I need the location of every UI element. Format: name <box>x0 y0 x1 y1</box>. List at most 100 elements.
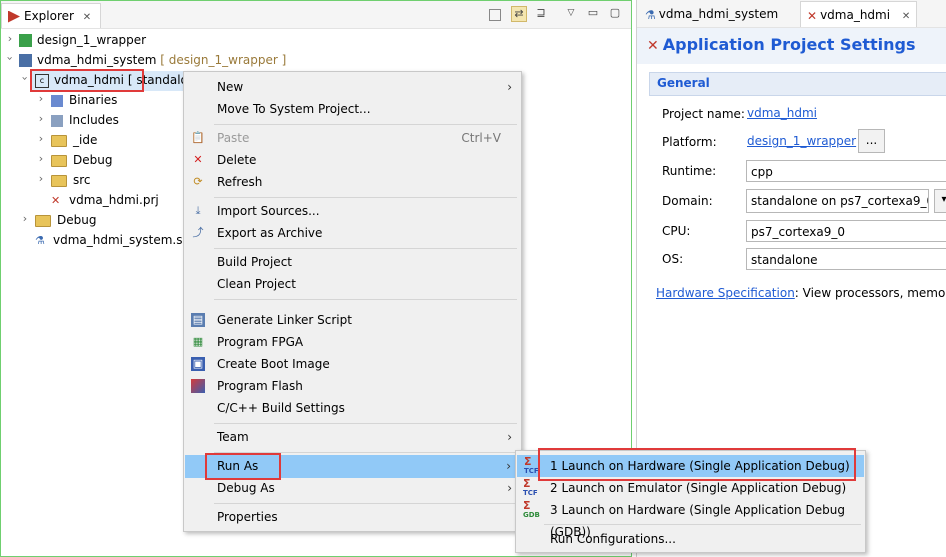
submenu-arrow-icon: › <box>506 459 511 473</box>
includes-icon <box>51 114 63 127</box>
tree-item-prj[interactable]: ✕ vdma_hdmi.prj <box>51 190 159 210</box>
hardware-spec-link[interactable]: Hardware Specification <box>656 286 795 300</box>
menu-label: New <box>217 80 244 94</box>
runtime-label: Runtime: <box>662 164 717 178</box>
menu-shortcut: Ctrl+V <box>461 131 501 145</box>
minimize-icon[interactable]: ▭ <box>586 6 600 20</box>
expand-icon[interactable]: › <box>36 112 46 125</box>
menu-item-move[interactable]: Move To System Project... <box>184 98 521 120</box>
tree-item-label: Binaries <box>69 93 118 107</box>
menu-item-team[interactable]: Team › <box>184 426 521 448</box>
submenu-item-run-configurations[interactable]: Run Configurations... <box>516 528 865 550</box>
boot-image-icon: ▣ <box>191 357 205 371</box>
tree-item-label: vdma_hdmi_system <box>37 53 157 67</box>
menu-item-properties[interactable]: Properties <box>184 506 521 528</box>
menu-item-program-fpga[interactable]: ▦ Program FPGA <box>184 331 521 353</box>
menu-separator <box>214 423 517 424</box>
tree-item-design-wrapper[interactable]: design_1_wrapper <box>19 30 146 50</box>
expand-icon[interactable]: › <box>5 32 15 45</box>
menu-item-create-boot[interactable]: ▣ Create Boot Image <box>184 353 521 375</box>
menu-item-new[interactable]: New › <box>184 76 521 98</box>
run-as-submenu: Σ TCF 1 Launch on Hardware (Single Applic… <box>515 448 866 553</box>
runtime-field[interactable]: cpp <box>746 160 946 182</box>
view-menu-icon[interactable]: ▽ <box>564 6 578 20</box>
project-name-label: Project name: <box>662 107 745 121</box>
collapse-icon[interactable]: › <box>4 54 17 64</box>
menu-item-build[interactable]: Build Project <box>184 251 521 273</box>
menu-separator <box>214 248 517 249</box>
menu-item-refresh[interactable]: ⟳ Refresh <box>184 171 521 193</box>
tab-explorer-label: Explorer <box>24 9 74 23</box>
menu-separator <box>544 524 861 525</box>
tab-label: vdma_hdmi <box>820 8 891 22</box>
close-icon[interactable]: ✕ <box>83 12 91 23</box>
expand-icon[interactable]: › <box>36 172 46 185</box>
menu-item-paste[interactable]: 📋 Paste Ctrl+V <box>184 127 521 149</box>
flask-icon: ⚗ <box>645 7 656 22</box>
tree-item-ide[interactable]: _ide <box>51 130 97 150</box>
fpga-icon: ▦ <box>192 335 204 348</box>
delete-icon: ✕ <box>193 153 203 166</box>
close-icon[interactable]: ✕ <box>902 11 910 22</box>
domain-dropdown-button[interactable]: ▾ <box>934 189 946 213</box>
menu-label: Debug As <box>217 481 275 495</box>
os-field[interactable]: standalone <box>746 248 946 270</box>
menu-item-delete[interactable]: ✕ Delete <box>184 149 521 171</box>
menu-item-export-archive[interactable]: ⤴ Export as Archive <box>184 222 521 244</box>
menu-item-import-sources[interactable]: ⤓ Import Sources... <box>184 200 521 222</box>
menu-label: Export as Archive <box>217 226 323 240</box>
project-name-link[interactable]: vdma_hdmi <box>747 106 817 120</box>
tab-vdma-hdmi[interactable]: ✕ vdma_hdmi ✕ <box>800 1 918 27</box>
tree-item-debug[interactable]: Debug <box>51 150 112 170</box>
expand-icon[interactable]: › <box>36 92 46 105</box>
maximize-icon[interactable]: ▢ <box>608 6 622 20</box>
tree-item-binaries[interactable]: Binaries <box>51 90 117 110</box>
collapse-all-icon[interactable] <box>489 9 501 21</box>
tree-item-includes[interactable]: Includes <box>51 110 119 130</box>
settings-tools-icon: ✕ <box>51 193 61 207</box>
tree-item-label: vdma_hdmi.prj <box>69 193 159 207</box>
tcf-launch-icon: Σ TCF <box>524 455 539 475</box>
link-editor-icon[interactable]: ⇄ <box>511 6 527 22</box>
menu-item-build-settings[interactable]: C/C++ Build Settings <box>184 397 521 419</box>
menu-label: Clean Project <box>217 277 296 291</box>
expand-icon[interactable]: › <box>20 212 30 225</box>
folder-icon <box>35 214 51 227</box>
tree-item-debug-top[interactable]: Debug <box>35 210 96 230</box>
platform-label: Platform: <box>662 135 717 149</box>
tree-item-system[interactable]: vdma_hdmi_system [ design_1_wrapper ] <box>19 50 286 70</box>
flask-icon: ⚗ <box>35 233 45 247</box>
tab-system[interactable]: ⚗ vdma_hdmi_system <box>639 1 784 27</box>
platform-link[interactable]: design_1_wrapper <box>747 134 856 148</box>
menu-item-debug-as[interactable]: Debug As › <box>184 477 521 499</box>
submenu-arrow-icon: › <box>507 80 512 94</box>
tree-item-system-spec[interactable]: ⚗ vdma_hdmi_system.sp <box>35 230 190 250</box>
expand-icon[interactable]: › <box>36 152 46 165</box>
platform-browse-button[interactable]: ... <box>858 129 885 153</box>
folder-icon <box>51 174 67 187</box>
submenu-arrow-icon: › <box>507 481 512 495</box>
system-project-icon <box>19 54 32 67</box>
platform-icon <box>19 34 32 47</box>
menu-label: C/C++ Build Settings <box>217 401 345 415</box>
menu-item-generate-linker[interactable]: ▤ Generate Linker Script <box>184 309 521 331</box>
menu-label: Refresh <box>217 175 263 189</box>
filter-icon[interactable]: ⊒ <box>534 6 548 20</box>
expand-icon[interactable]: › <box>36 132 46 145</box>
menu-label: Paste <box>217 131 250 145</box>
domain-field[interactable]: standalone on ps7_cortexa9_0 <box>746 189 929 213</box>
submenu-item-launch-gdb[interactable]: Σ GDB 3 Launch on Hardware (Single Applic… <box>516 499 865 539</box>
menu-separator <box>214 197 517 198</box>
menu-item-clean[interactable]: Clean Project <box>184 273 521 295</box>
menu-item-program-flash[interactable]: Program Flash <box>184 375 521 397</box>
page-title: ✕ Application Project Settings <box>647 35 916 54</box>
settings-tools-icon: ✕ <box>807 8 818 23</box>
explorer-icon <box>8 10 20 23</box>
paste-icon: 📋 <box>191 131 205 144</box>
tab-explorer[interactable]: Explorer ✕ <box>1 3 101 28</box>
submenu-item-launch-emulator[interactable]: Σ TCF 2 Launch on Emulator (Single Applic… <box>516 477 865 499</box>
cpu-field[interactable]: ps7_cortexa9_0 <box>746 220 946 242</box>
tree-item-src[interactable]: src <box>51 170 91 190</box>
flash-icon <box>191 379 205 393</box>
tree-item-label: _ide <box>73 133 98 147</box>
